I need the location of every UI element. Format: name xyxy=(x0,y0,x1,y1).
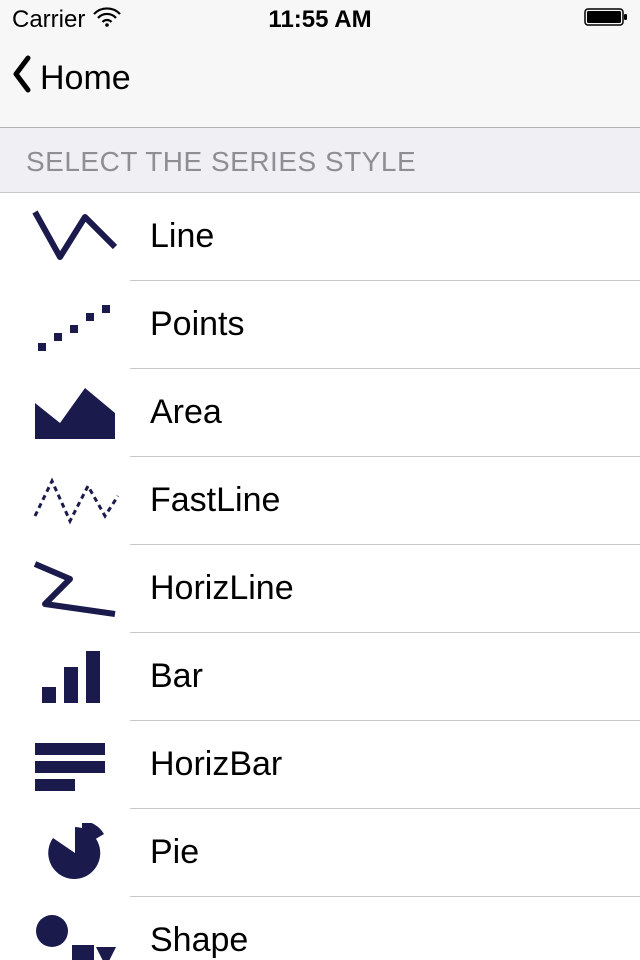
pie-icon xyxy=(20,821,130,885)
status-left: Carrier xyxy=(12,6,121,34)
shape-icon xyxy=(20,909,130,960)
status-bar: Carrier 11:55 AM xyxy=(0,0,640,40)
nav-bar: Home xyxy=(0,40,640,128)
area-icon xyxy=(20,381,130,445)
chevron-left-icon xyxy=(10,54,40,103)
status-right xyxy=(584,6,628,34)
points-icon xyxy=(20,293,130,357)
series-style-label: HorizLine xyxy=(130,545,640,633)
series-style-bar[interactable]: Bar xyxy=(0,633,640,721)
back-label: Home xyxy=(40,59,131,98)
series-style-label: Line xyxy=(130,193,640,281)
series-style-label: HorizBar xyxy=(130,721,640,809)
line-icon xyxy=(20,205,130,269)
horizbar-icon xyxy=(20,733,130,797)
series-style-label: Shape xyxy=(130,897,640,960)
wifi-icon xyxy=(93,6,121,34)
series-style-label: Bar xyxy=(130,633,640,721)
series-style-list: LinePointsAreaFastLineHorizLineBarHorizB… xyxy=(0,193,640,960)
series-style-label: Pie xyxy=(130,809,640,897)
bar-icon xyxy=(20,645,130,709)
series-style-area[interactable]: Area xyxy=(0,369,640,457)
series-style-pie[interactable]: Pie xyxy=(0,809,640,897)
series-style-horizbar[interactable]: HorizBar xyxy=(0,721,640,809)
series-style-label: Area xyxy=(130,369,640,457)
section-header: SELECT THE SERIES STYLE xyxy=(0,128,640,193)
series-style-points[interactable]: Points xyxy=(0,281,640,369)
carrier-label: Carrier xyxy=(12,6,85,34)
series-style-fastline[interactable]: FastLine xyxy=(0,457,640,545)
battery-icon xyxy=(584,6,628,34)
series-style-shape[interactable]: Shape xyxy=(0,897,640,960)
horizline-icon xyxy=(20,557,130,621)
clock-label: 11:55 AM xyxy=(268,6,371,34)
series-style-line[interactable]: Line xyxy=(0,193,640,281)
back-button[interactable]: Home xyxy=(10,54,131,103)
series-style-label: FastLine xyxy=(130,457,640,545)
series-style-label: Points xyxy=(130,281,640,369)
fastline-icon xyxy=(20,469,130,533)
series-style-horizline[interactable]: HorizLine xyxy=(0,545,640,633)
